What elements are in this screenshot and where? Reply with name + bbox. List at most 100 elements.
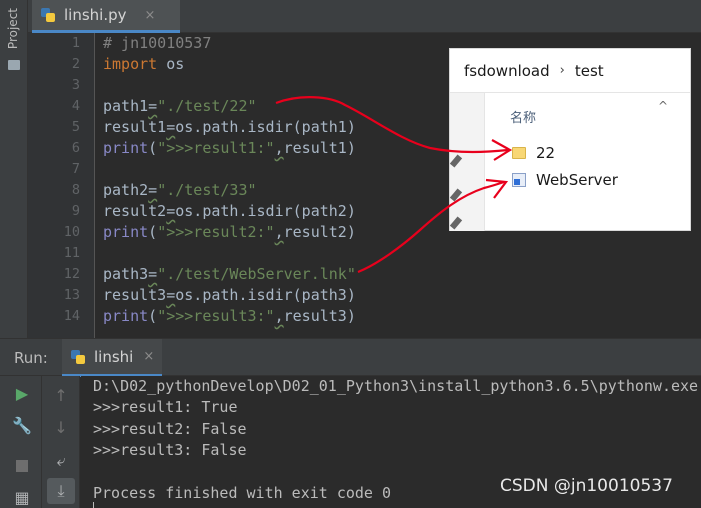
code-token: print (103, 139, 149, 157)
chevron-right-icon: › (559, 63, 565, 78)
run-panel-header: Run: linshi × (0, 338, 701, 377)
console-line: >>>result3: False (93, 440, 247, 459)
code-line[interactable]: result3=os.path.isdir(path3) (103, 285, 356, 306)
code-line[interactable]: # jn10010537 (103, 33, 211, 54)
code-token: = (166, 118, 176, 136)
line-number: 4 (71, 98, 80, 114)
code-token: = (166, 202, 176, 220)
code-line[interactable]: result1=os.path.isdir(path1) (103, 117, 356, 138)
code-token: # jn10010537 (103, 34, 212, 52)
code-token: os (157, 55, 185, 73)
run-toolbar-primary: ▶ 🔧 ▦ (0, 376, 42, 508)
code-token: ">>>result2:" (157, 223, 275, 241)
code-token: ">>>result1:" (157, 139, 275, 157)
line-number: 14 (63, 308, 80, 324)
code-line[interactable]: import os (103, 54, 184, 75)
editor-tab-label: linshi.py (64, 6, 127, 24)
line-number: 11 (63, 245, 80, 261)
console-cursor (93, 502, 94, 508)
pin-icon (449, 188, 463, 202)
code-token: result1) (283, 139, 356, 157)
close-run-tab-icon[interactable]: × (143, 349, 154, 364)
wrench-icon[interactable]: 🔧 (8, 412, 36, 438)
line-number: 10 (63, 224, 80, 240)
breadcrumb-item-test[interactable]: test (575, 62, 604, 80)
soft-wrap-icon[interactable]: ⤶ (47, 448, 75, 474)
collapse-chevron-icon[interactable]: ^ (658, 99, 668, 113)
code-token: print (103, 223, 149, 241)
file-name: 22 (536, 144, 556, 162)
python-file-icon (70, 349, 86, 365)
run-panel-title: Run: (14, 349, 48, 367)
code-token: ( (148, 307, 158, 325)
line-number: 13 (63, 287, 80, 303)
console-line: D:\D02_pythonDevelop\D02_01_Python3\inst… (93, 377, 699, 395)
code-token: result3 (103, 286, 167, 304)
line-number: 9 (71, 203, 80, 219)
folder-icon (512, 147, 526, 159)
code-token: path2 (103, 181, 149, 199)
console-line: >>>result2: False (93, 419, 247, 438)
pin-icon (449, 154, 463, 168)
run-toolbar-secondary: ↑ ↓ ⤶ ⤓ (42, 376, 80, 508)
line-number-gutter: 1 2 3 4 5 6 7 8 9 10 11 12 13 14 (28, 33, 95, 338)
watermark: CSDN @jn10010537 (500, 476, 673, 496)
close-tab-icon[interactable]: × (145, 8, 156, 23)
project-tool-button[interactable]: Project (6, 8, 20, 49)
up-arrow-icon[interactable]: ↑ (47, 382, 75, 408)
code-line[interactable]: result2=os.path.isdir(path2) (103, 201, 356, 222)
code-token: result1 (103, 118, 167, 136)
code-token: ( (148, 223, 158, 241)
code-token: path1 (103, 97, 149, 115)
code-token: import (103, 55, 158, 73)
code-line[interactable]: path1="./test/22" (103, 96, 257, 117)
code-token: = (148, 97, 158, 115)
line-number: 7 (71, 161, 80, 177)
scroll-to-end-icon[interactable]: ⤓ (47, 478, 75, 504)
code-token: path3 (103, 265, 149, 283)
editor-tab-bar: linshi.py × (28, 0, 701, 33)
editor-tab-linshi[interactable]: linshi.py × (32, 0, 180, 33)
code-token: "./test/33" (157, 181, 257, 199)
code-token: ( (148, 139, 158, 157)
python-file-icon (40, 7, 56, 23)
name-column-header[interactable]: 名称 (510, 107, 536, 126)
code-token: os.path.isdir(path1) (175, 118, 356, 136)
stop-icon[interactable] (8, 453, 36, 479)
file-row-22[interactable]: 22 (512, 142, 555, 164)
code-token: result2 (103, 202, 167, 220)
code-token: result2) (283, 223, 356, 241)
code-token: = (148, 181, 158, 199)
code-token: = (166, 286, 176, 304)
layout-icon[interactable]: ▦ (8, 484, 36, 508)
code-token: = (148, 265, 158, 283)
line-number: 6 (71, 140, 80, 156)
code-line[interactable]: print(">>>result2:",result2) (103, 222, 356, 243)
pin-icon (449, 216, 463, 230)
console-line: >>>result1: True (93, 398, 238, 417)
code-line[interactable]: path2="./test/33" (103, 180, 257, 201)
code-token: result3) (283, 307, 356, 325)
code-line[interactable]: path3="./test/WebServer.lnk" (103, 264, 356, 285)
code-line[interactable]: print(">>>result3:",result3) (103, 306, 356, 327)
code-token: print (103, 307, 149, 325)
code-token: , (274, 139, 284, 157)
file-explorer-screenshot: fsdownload › test 名称 ^ 22 WebServer (449, 48, 691, 231)
line-number: 3 (71, 77, 80, 93)
run-tab-label: linshi (94, 347, 134, 366)
code-token: "./test/22" (157, 97, 257, 115)
project-tool-strip: Project (0, 0, 28, 338)
code-token: ">>>result3:" (157, 307, 275, 325)
line-number: 2 (71, 56, 80, 72)
code-token: "./test/WebServer.lnk" (157, 265, 356, 283)
console-line: Process finished with exit code 0 (93, 483, 392, 502)
code-token: os.path.isdir(path3) (175, 286, 356, 304)
down-arrow-icon[interactable]: ↓ (47, 414, 75, 440)
code-token: , (274, 307, 284, 325)
file-row-webserver[interactable]: WebServer (512, 169, 618, 191)
project-folder-icon[interactable] (8, 60, 20, 70)
run-tab-linshi[interactable]: linshi × (62, 339, 162, 377)
code-line[interactable]: print(">>>result1:",result1) (103, 138, 356, 159)
run-icon[interactable]: ▶ (8, 380, 36, 406)
breadcrumb-item-fsdownload[interactable]: fsdownload (464, 62, 550, 80)
